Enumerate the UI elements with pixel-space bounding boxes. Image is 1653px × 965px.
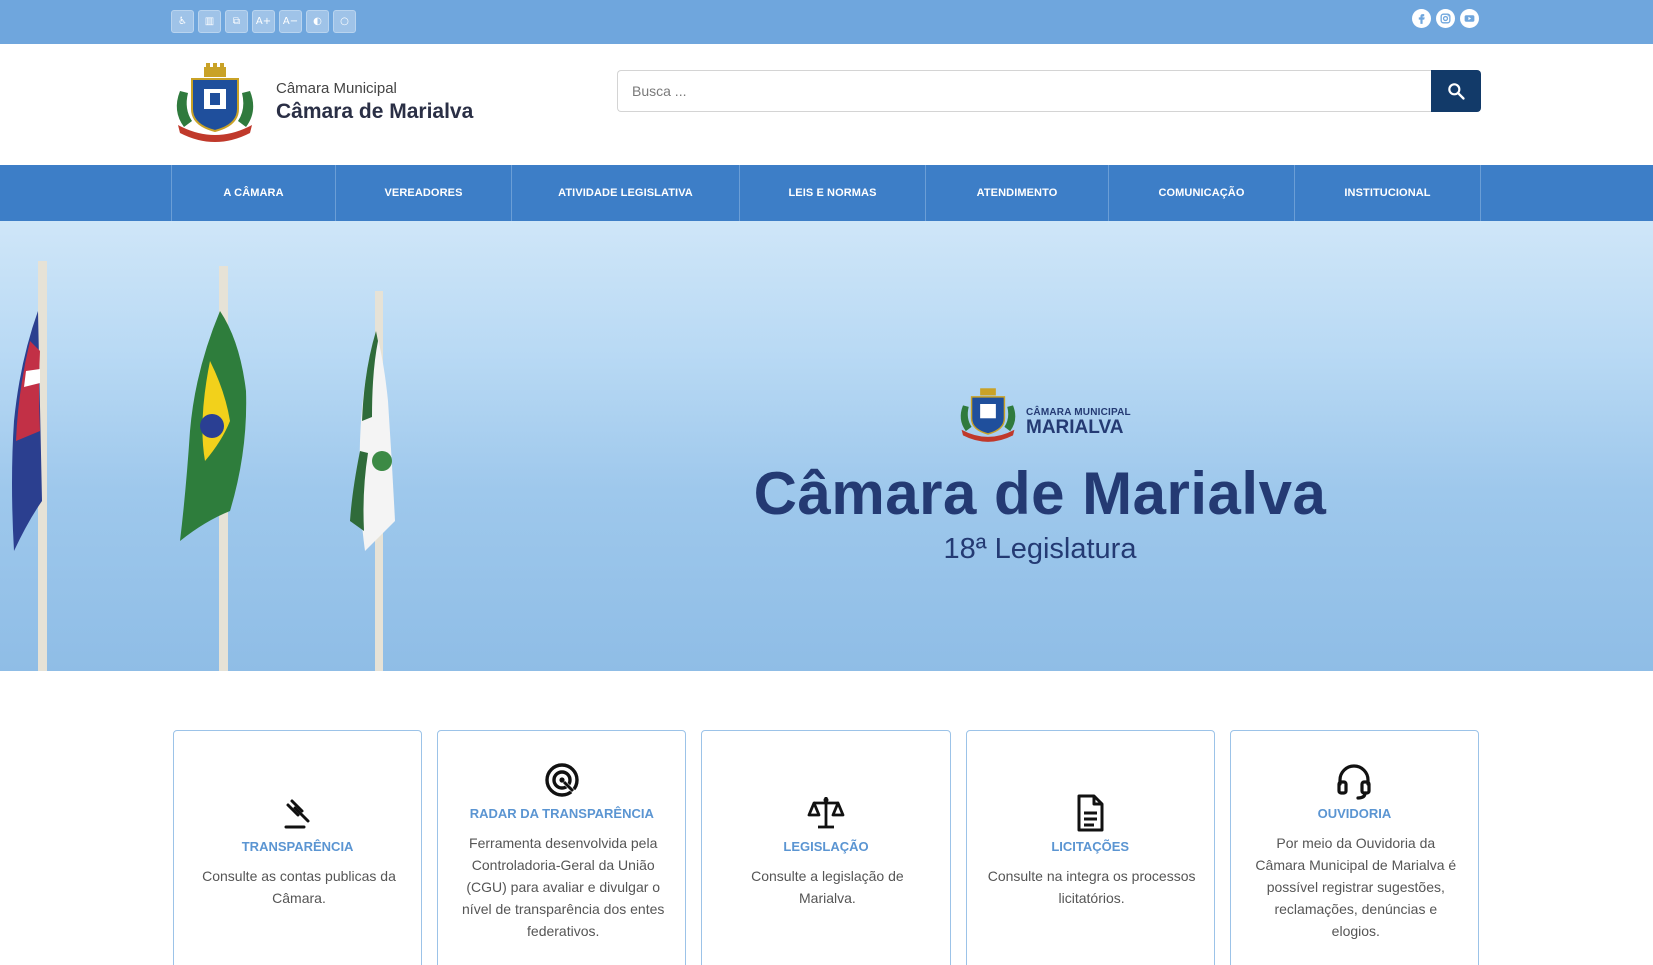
- site-header: Câmara Municipal Câmara de Marialva: [0, 44, 1653, 165]
- card-title: LICITAÇÕES: [1051, 839, 1130, 854]
- card-text: Ferramenta desenvolvida pela Controlador…: [462, 835, 665, 939]
- brand-subtitle: Câmara Municipal: [276, 80, 397, 97]
- reset-circle-icon[interactable]: ○: [333, 10, 356, 33]
- hero-title: Câmara de Marialva: [753, 460, 1327, 527]
- card-text: Consulte as contas publicas da Câmara.: [202, 868, 396, 906]
- card-radar-transparencia[interactable]: RADAR DA TRANSPARÊNCIA Ferramenta desenv…: [437, 730, 687, 965]
- font-decrease-icon[interactable]: A−: [279, 10, 302, 33]
- instagram-icon[interactable]: [1436, 9, 1455, 28]
- flags-illustration: [12, 261, 395, 671]
- nav-item-institucional[interactable]: INSTITUCIONAL: [1295, 165, 1481, 221]
- search-input[interactable]: [617, 70, 1431, 112]
- accessibility-bar: ♿ ▥ ⧉ A+ A− ◐ ○: [0, 0, 1653, 44]
- document-icon: [1077, 794, 1104, 832]
- card-ouvidoria[interactable]: OUVIDORIA Por meio da Ouvidoria da Câmar…: [1229, 730, 1480, 965]
- gavel-icon: [284, 799, 310, 829]
- card-transparencia[interactable]: TRANSPARÊNCIA Consulte as contas publica…: [173, 730, 423, 965]
- coat-of-arms-logo[interactable]: [170, 61, 260, 145]
- social-links: [1412, 9, 1479, 28]
- search-button[interactable]: [1431, 70, 1481, 112]
- search-icon: [1448, 83, 1465, 100]
- nav-item-vereadores[interactable]: VEREADORES: [336, 165, 512, 221]
- nav-item-comunicacao[interactable]: COMUNICAÇÃO: [1109, 165, 1295, 221]
- font-increase-icon[interactable]: A+: [252, 10, 275, 33]
- card-title: RADAR DA TRANSPARÊNCIA: [469, 806, 654, 821]
- document-search-icon[interactable]: ⧉: [225, 10, 248, 33]
- book-icon[interactable]: ▥: [198, 10, 221, 33]
- card-title: OUVIDORIA: [1317, 806, 1392, 821]
- hero-banner[interactable]: CÂMARA MUNICIPAL MARIALVA Câmara de Mari…: [0, 221, 1653, 671]
- nav-item-a-camara[interactable]: A CÂMARA: [172, 165, 336, 221]
- facebook-icon[interactable]: [1412, 9, 1431, 28]
- card-licitacoes[interactable]: LICITAÇÕES Consulte na integra os proces…: [965, 730, 1215, 965]
- search-bar: [617, 70, 1481, 112]
- card-title: LEGISLAÇÃO: [783, 839, 869, 854]
- hero-subtitle: 18ª Legislatura: [943, 533, 1137, 565]
- scales-icon: [807, 797, 845, 829]
- service-cards: TRANSPARÊNCIA Consulte as contas publica…: [173, 730, 1480, 965]
- hero-coat-of-arms: [955, 384, 1021, 444]
- brand-title[interactable]: Câmara de Marialva: [276, 100, 473, 124]
- nav-item-atividade-legislativa[interactable]: ATIVIDADE LEGISLATIVA: [512, 165, 740, 221]
- card-text: Consulte na integra os processos licitat…: [987, 868, 1196, 906]
- card-text: Por meio da Ouvidoria da Câmara Municipa…: [1255, 835, 1457, 939]
- youtube-icon[interactable]: [1460, 9, 1479, 28]
- nav-item-atendimento[interactable]: ATENDIMENTO: [926, 165, 1109, 221]
- card-title: TRANSPARÊNCIA: [241, 839, 354, 854]
- radar-icon: [545, 763, 579, 797]
- contrast-icon[interactable]: ◐: [306, 10, 329, 33]
- nav-item-leis-e-normas[interactable]: LEIS E NORMAS: [740, 165, 926, 221]
- wheelchair-icon[interactable]: ♿: [171, 10, 194, 33]
- accessibility-tools: ♿ ▥ ⧉ A+ A− ◐ ○: [171, 10, 356, 33]
- main-nav: A CÂMARA VEREADORES ATIVIDADE LEGISLATIV…: [0, 165, 1653, 221]
- card-legislacao[interactable]: LEGISLAÇÃO Consulte a legislação de Mari…: [701, 730, 951, 965]
- card-text: Consulte a legislação de Marialva.: [751, 868, 904, 906]
- hero-logo-title: MARIALVA: [1026, 417, 1124, 438]
- headset-icon: [1337, 764, 1372, 800]
